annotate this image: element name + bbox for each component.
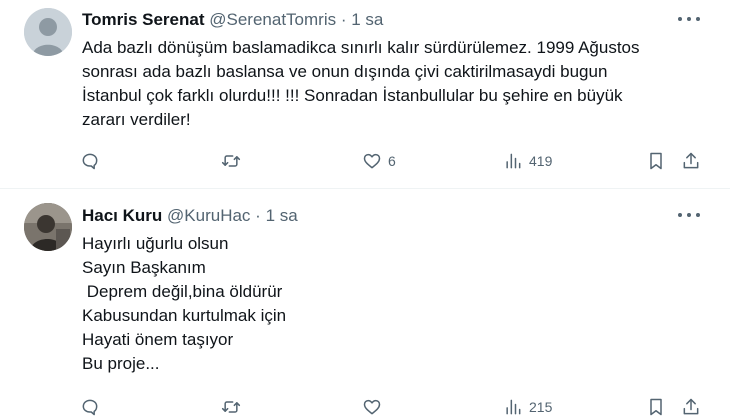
tweet[interactable]: Tomris Serenat @SerenatTomris · 1 sa Ada… — [0, 0, 730, 189]
share-icon — [683, 398, 699, 415]
tweet-text-line: sonrası ada bazlı baslansa ve onun dışın… — [82, 62, 608, 81]
profile-photo — [24, 203, 72, 251]
tweet-text-line: Kabusundan kurtulmak için — [82, 306, 287, 325]
retweet-icon — [221, 155, 241, 167]
bookmark-icon — [650, 152, 662, 170]
views-button[interactable]: 419 — [503, 148, 552, 174]
tweet-text-line: Deprem değil,bina öldürür — [82, 282, 283, 301]
like-button[interactable] — [362, 394, 382, 420]
share-icon — [683, 152, 699, 169]
more-icon[interactable] — [678, 210, 700, 220]
retweet-button[interactable] — [221, 148, 241, 174]
default-avatar-icon — [24, 8, 72, 56]
tweet-text: Ada bazlı dönüşüm baslamadikca sınırlı k… — [82, 36, 712, 132]
tweet-text-line: Bu proje... — [82, 354, 160, 373]
more-icon[interactable] — [678, 14, 700, 24]
display-name[interactable]: Hacı Kuru — [82, 206, 162, 225]
bookmark-icon — [650, 398, 662, 416]
like-count: 6 — [388, 153, 396, 169]
user-handle[interactable]: @SerenatTomris — [209, 10, 336, 29]
views-icon — [506, 399, 521, 415]
share-button[interactable] — [681, 148, 701, 174]
tweet-text-line: Ada bazlı dönüşüm baslamadikca sınırlı k… — [82, 38, 640, 57]
heart-icon — [363, 153, 381, 169]
tweet-text-line: Sayın Başkanım — [82, 258, 206, 277]
share-button[interactable] — [681, 394, 701, 420]
tweet-text: Hayırlı uğurlu olsun Sayın Başkanım Depr… — [82, 232, 712, 376]
display-name[interactable]: Tomris Serenat — [82, 10, 205, 29]
tweet-actions: 215 — [0, 394, 730, 420]
reply-icon — [82, 153, 98, 170]
reply-button[interactable] — [80, 148, 100, 174]
tweet-text-line: Hayati önem taşıyor — [82, 330, 234, 349]
tweet-text-line: İstanbul çok farklı olurdu!!! !!! Sonrad… — [82, 86, 623, 105]
retweet-icon — [221, 401, 241, 413]
user-handle[interactable]: @KuruHac — [167, 206, 250, 225]
views-icon — [506, 153, 521, 169]
reply-icon — [82, 399, 98, 416]
view-count: 419 — [529, 153, 553, 169]
bookmark-button[interactable] — [646, 148, 666, 174]
tweet-header: Tomris Serenat @SerenatTomris · 1 sa — [82, 10, 383, 30]
views-button[interactable]: 215 — [503, 394, 552, 420]
tweet[interactable]: Hacı Kuru @KuruHac · 1 sa Hayırlı uğurlu… — [0, 189, 730, 420]
timestamp[interactable]: 1 sa — [351, 10, 383, 29]
tweet-actions: 6 419 — [0, 148, 730, 174]
tweet-text-line: Hayırlı uğurlu olsun — [82, 234, 229, 253]
like-button[interactable]: 6 — [362, 148, 396, 174]
avatar[interactable] — [24, 203, 72, 251]
view-count: 215 — [529, 399, 553, 415]
tweet-text-line: zararı verdiler! — [82, 110, 191, 129]
tweet-header: Hacı Kuru @KuruHac · 1 sa — [82, 206, 298, 226]
bookmark-button[interactable] — [646, 394, 666, 420]
separator-dot: · — [255, 206, 261, 225]
reply-button[interactable] — [80, 394, 100, 420]
retweet-button[interactable] — [221, 394, 241, 420]
separator-dot: · — [340, 10, 347, 29]
heart-icon — [363, 399, 381, 415]
avatar[interactable] — [24, 8, 72, 56]
timestamp[interactable]: 1 sa — [266, 206, 298, 225]
